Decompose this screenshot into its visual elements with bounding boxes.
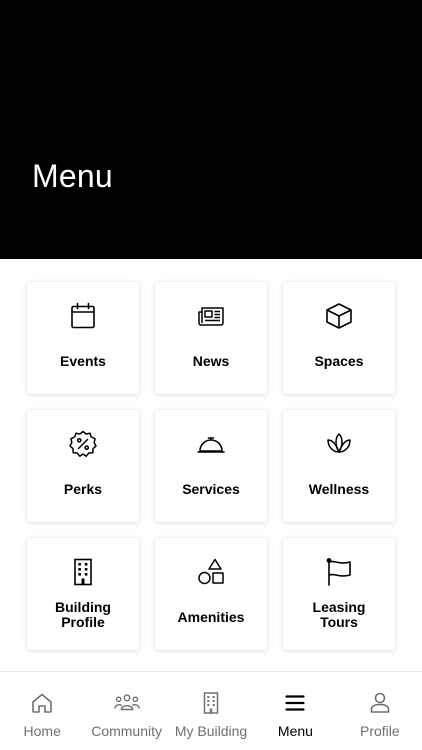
menu-tile-label: Perks xyxy=(63,481,103,497)
menu-tile-wellness[interactable]: Wellness xyxy=(283,410,395,522)
tab-label: My Building xyxy=(174,723,248,739)
tab-label: Community xyxy=(91,723,162,739)
menu-tile-label: News xyxy=(192,353,230,369)
home-icon xyxy=(29,690,55,716)
menu-tile-label: Building Profile xyxy=(55,599,111,630)
person-icon xyxy=(367,690,393,716)
menu-tile-label: Amenities xyxy=(177,609,245,625)
discount-badge-icon xyxy=(67,428,99,460)
menu-tile-label: Wellness xyxy=(308,481,370,497)
tab-label: Home xyxy=(23,723,61,739)
menu-grid: Events News Spaces Perks Services Wellne… xyxy=(27,282,395,650)
tab-community[interactable]: Community xyxy=(84,672,168,750)
service-bell-icon xyxy=(195,428,227,460)
menu-tile-spaces[interactable]: Spaces xyxy=(283,282,395,394)
tab-home[interactable]: Home xyxy=(0,672,84,750)
shapes-icon xyxy=(195,556,227,588)
newspaper-icon xyxy=(195,300,227,332)
menu-tile-label: Services xyxy=(182,481,240,497)
people-icon xyxy=(113,690,140,716)
tab-label: Menu xyxy=(277,723,313,739)
tab-menu[interactable]: Menu xyxy=(253,672,337,750)
calendar-icon xyxy=(67,300,99,332)
building-icon xyxy=(198,690,224,716)
tab-profile[interactable]: Profile xyxy=(338,672,422,750)
menu-tile-label: Spaces xyxy=(314,353,364,369)
menu-tile-services[interactable]: Services xyxy=(155,410,267,522)
menu-tile-events[interactable]: Events xyxy=(27,282,139,394)
lotus-icon xyxy=(323,428,355,460)
menu-tile-label: Events xyxy=(60,353,106,369)
tab-bar: Home Community My Building Menu Profile xyxy=(0,671,422,750)
menu-tile-perks[interactable]: Perks xyxy=(27,410,139,522)
menu-tile-label: Leasing Tours xyxy=(312,599,366,630)
menu-screen: Menu Events News Spaces Perks Services W… xyxy=(0,0,422,750)
menu-tile-news[interactable]: News xyxy=(155,282,267,394)
menu-tile-amenities[interactable]: Amenities xyxy=(155,538,267,650)
menu-tile-building-profile[interactable]: Building Profile xyxy=(27,538,139,650)
tab-label: Profile xyxy=(359,723,400,739)
page-title: Menu xyxy=(32,158,113,194)
building-icon xyxy=(67,556,99,588)
tab-my-building[interactable]: My Building xyxy=(169,672,253,750)
cube-icon xyxy=(323,300,355,332)
menu-tile-leasing-tours[interactable]: Leasing Tours xyxy=(283,538,395,650)
flag-icon xyxy=(323,556,355,588)
hamburger-icon xyxy=(282,690,308,716)
header: Menu xyxy=(0,0,422,259)
